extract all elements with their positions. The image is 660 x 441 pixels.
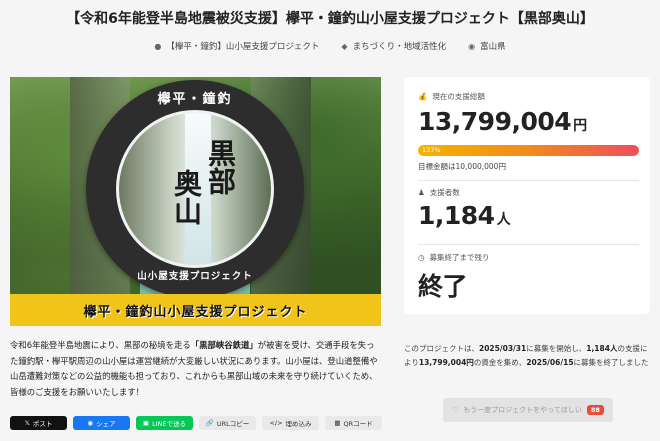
backers-count: 1,184 人 <box>418 201 511 230</box>
location-link[interactable]: ◉ 富山県 <box>468 40 506 53</box>
embed-button[interactable]: </> 埋め込み <box>262 416 319 430</box>
request-again-button[interactable]: ♡ もう一度プロジェクトをやってほしい 88 <box>443 398 613 422</box>
project-meta: ● 【欅平・鐘釣】山小屋支援プロジェクト ◆ まちづくり・地域活性化 ◉ 富山県 <box>0 40 660 53</box>
raised-label: 現在の支援総額 <box>432 92 485 101</box>
project-hero-image: 欅平・鐘釣 黒部 奥山 山小屋支援プロジェクト <box>10 77 381 326</box>
owner-link[interactable]: ● 【欅平・鐘釣】山小屋支援プロジェクト <box>154 40 319 53</box>
share-buttons: 𝕏 ポスト ◉ シェア ▣ LINEで送る 🔗 URLコピー </> 埋め込み … <box>10 416 382 430</box>
request-again-count: 88 <box>586 405 604 415</box>
backers-label-row: ♟ 支援者数 <box>418 187 460 198</box>
qr-icon: ▦ <box>334 419 341 427</box>
progress-fill <box>418 145 639 156</box>
heart-icon: ♡ <box>452 406 459 414</box>
clock-icon: ◷ <box>418 253 425 262</box>
category-name[interactable]: まちづくり・地域活性化 <box>353 40 447 52</box>
seal-bottom-text: 山小屋支援プロジェクト <box>137 271 253 282</box>
page-title: 【令和6年能登半島地震被災支援】欅平・鐘釣山小屋支援プロジェクト【黒部奥山】 <box>66 11 594 27</box>
seal-waterfall: 黒部 奥山 <box>116 110 274 268</box>
facebook-icon: ◉ <box>87 419 94 427</box>
raised-value: 13,799,004 <box>418 107 572 136</box>
user-icon: ● <box>154 41 162 51</box>
request-again-label: もう一度プロジェクトをやってほしい <box>463 406 582 414</box>
seal-kanji-kurobe: 黒部 <box>204 139 237 195</box>
tag-icon: ◆ <box>341 41 348 51</box>
raised-label-row: 💰 現在の支援総額 <box>418 91 485 102</box>
goal-amount: 目標金額は10,000,000円 <box>418 162 506 171</box>
stats-card: 💰 現在の支援総額 13,799,004 円 137% 目標金額は10,000,0… <box>404 77 650 314</box>
funding-progress-bar: 137% <box>418 145 639 156</box>
pin-icon: ◉ <box>468 41 476 51</box>
project-summary: このプロジェクトは、2025/03/31に募集を開始し、1,184人の支援により… <box>404 344 649 367</box>
copy-url-button[interactable]: 🔗 URLコピー <box>199 416 256 430</box>
project-description: 令和6年能登半島地震により、黒部の秘境を走る「黒部峡谷鉄道」が被害を受け、交通手… <box>10 340 378 397</box>
seal-kanji-okuyama: 奥山 <box>170 169 203 225</box>
progress-percent: 137% <box>422 146 441 154</box>
seal-top-text: 欅平・鐘釣 <box>157 92 233 107</box>
money-icon: 💰 <box>418 92 428 101</box>
share-line-button[interactable]: ▣ LINEで送る <box>136 416 193 430</box>
backers-value: 1,184 <box>418 201 495 230</box>
code-icon: </> <box>269 419 283 427</box>
remaining-label-row: ◷ 募集終了まで残り <box>418 252 490 263</box>
owner-name[interactable]: 【欅平・鐘釣】山小屋支援プロジェクト <box>166 40 319 52</box>
x-logo-icon: 𝕏 <box>24 419 30 427</box>
users-icon: ♟ <box>418 188 425 197</box>
category-link[interactable]: ◆ まちづくり・地域活性化 <box>341 40 447 53</box>
link-icon: 🔗 <box>205 419 214 427</box>
share-facebook-button[interactable]: ◉ シェア <box>73 416 130 430</box>
hero-banner: 欅平・鐘釣山小屋支援プロジェクト <box>10 294 381 326</box>
location-name[interactable]: 富山県 <box>480 40 506 52</box>
line-icon: ▣ <box>142 419 150 427</box>
raised-amount: 13,799,004 円 <box>418 107 587 136</box>
remaining-value: 終了 <box>418 272 468 301</box>
backers-unit: 人 <box>496 212 511 228</box>
backers-label: 支援者数 <box>429 188 460 197</box>
remaining-label: 募集終了まで残り <box>429 253 490 262</box>
share-x-button[interactable]: 𝕏 ポスト <box>10 416 67 430</box>
project-logo-seal: 欅平・鐘釣 黒部 奥山 山小屋支援プロジェクト <box>86 80 304 298</box>
qr-code-button[interactable]: ▦ QRコード <box>325 416 382 430</box>
raised-unit: 円 <box>573 118 587 134</box>
